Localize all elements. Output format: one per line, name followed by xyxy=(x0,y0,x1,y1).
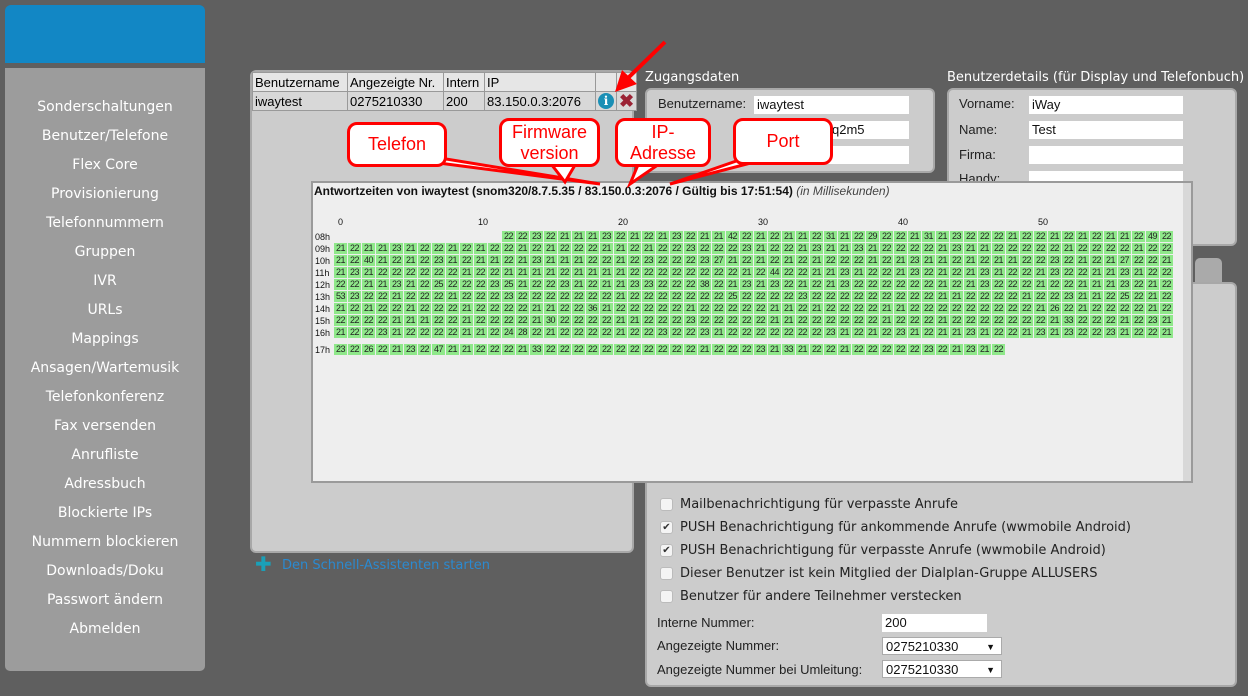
red-arrow-icon xyxy=(626,40,667,80)
bubble-firmware: Firmware version xyxy=(499,118,600,167)
bubble-ip: IP-Adresse xyxy=(615,118,711,167)
annotation-overlay xyxy=(399,40,771,189)
bubble-port: Port xyxy=(733,118,833,165)
bubble-telefon: Telefon xyxy=(347,122,447,167)
